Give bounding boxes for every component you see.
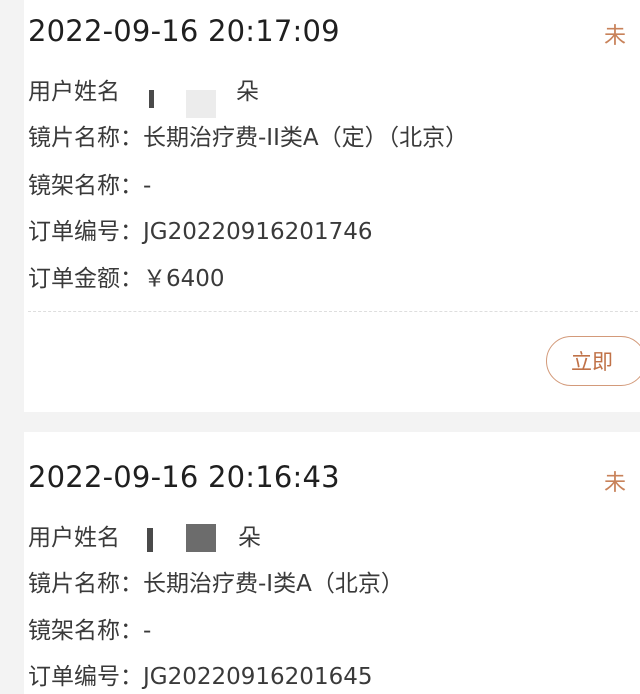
redaction-mark (149, 90, 154, 108)
lens-name-row: 镜片名称：长期治疗费-II类A（定）（北京） (28, 122, 468, 154)
user-name-value: 朵 (236, 79, 259, 105)
order-datetime: 2022-09-16 20:17:09 (28, 14, 340, 48)
lens-name-value: 长期治疗费-I类A（北京） (143, 571, 404, 597)
order-datetime: 2022-09-16 20:16:43 (28, 460, 340, 494)
user-name-row: 用户姓名 (28, 76, 120, 108)
order-number-row: 订单编号：JG20220916201645 (28, 661, 372, 693)
frame-name-row: 镜架名称：- (28, 170, 151, 202)
order-amount-label: 订单金额： (28, 266, 143, 292)
redaction-mask (186, 90, 216, 118)
order-number-value: JG20220916201645 (143, 664, 373, 690)
lens-name-row: 镜片名称：长期治疗费-I类A（北京） (28, 568, 404, 600)
order-list-page: 2022-09-16 20:17:09 未 用户姓名 朵 镜片名称：长期治疗费-… (0, 0, 640, 694)
card-divider (28, 311, 640, 312)
order-number-label: 订单编号： (28, 664, 143, 690)
frame-name-row: 镜架名称：- (28, 615, 151, 647)
user-name-value: 朵 (238, 525, 261, 551)
lens-name-label: 镜片名称： (28, 125, 143, 151)
lens-name-label: 镜片名称： (28, 571, 143, 597)
lens-name-value: 长期治疗费-II类A（定）（北京） (143, 125, 469, 151)
user-name-row: 用户姓名 (28, 522, 120, 554)
order-number-value: JG20220916201746 (143, 219, 373, 245)
order-status: 未 (604, 24, 627, 49)
frame-name-value: - (143, 618, 152, 644)
frame-name-value: - (143, 173, 152, 199)
order-number-label: 订单编号： (28, 219, 143, 245)
order-number-row: 订单编号：JG20220916201746 (28, 216, 372, 248)
redaction-mark (147, 528, 153, 552)
redaction-mask (186, 524, 216, 552)
pay-now-button[interactable]: 立即 (546, 336, 640, 386)
user-name-label: 用户姓名 (28, 525, 120, 551)
order-amount-row: 订单金额：￥6400 (28, 263, 225, 295)
order-status: 未 (604, 471, 627, 496)
user-name-label: 用户姓名 (28, 79, 120, 105)
frame-name-label: 镜架名称： (28, 173, 143, 199)
frame-name-label: 镜架名称： (28, 618, 143, 644)
order-amount-value: ￥6400 (143, 266, 225, 292)
